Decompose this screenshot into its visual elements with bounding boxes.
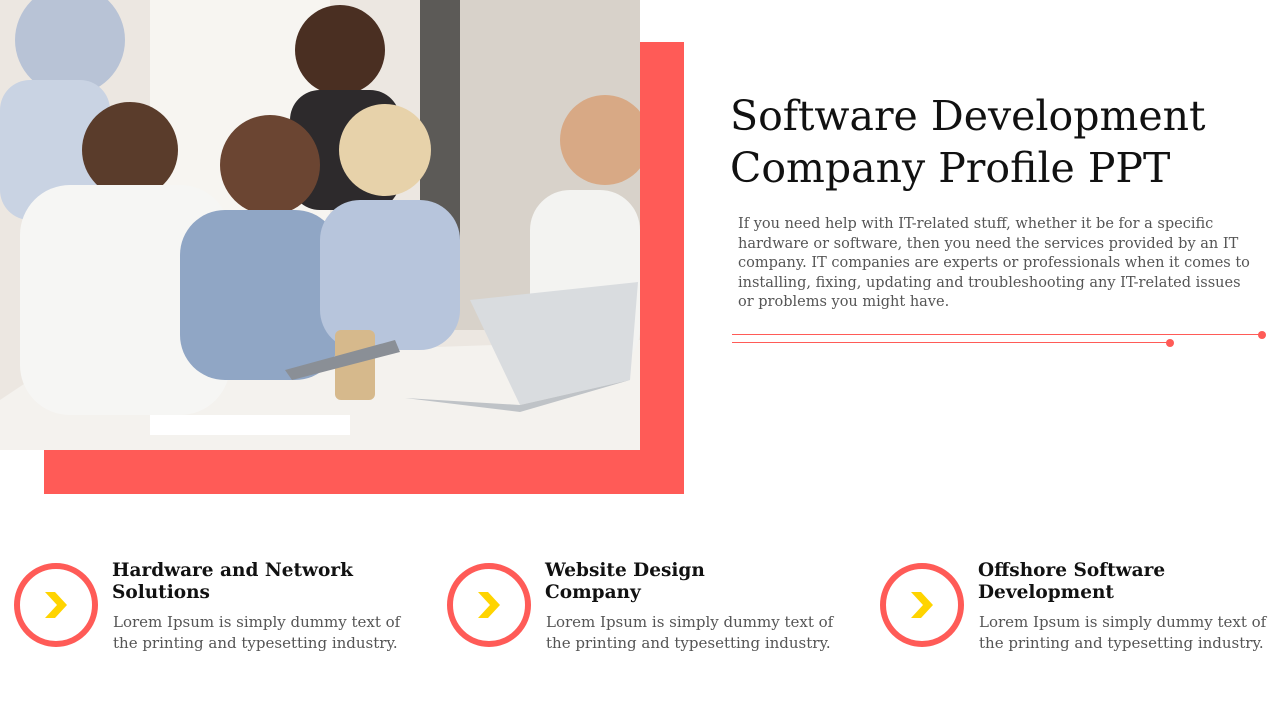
chevron-right-icon: [45, 592, 67, 618]
feature-text-line-2: the printing and typesetting industry.: [113, 634, 398, 652]
divider-line-long: [732, 334, 1262, 335]
team-meeting-photo: [0, 0, 640, 450]
feature-title: Hardware and Network Solutions: [112, 560, 392, 604]
divider-dot-long: [1258, 331, 1266, 339]
title-line-2: Company Profile PPT: [730, 144, 1171, 192]
feature-description: Lorem Ipsum is simply dummy text of the …: [546, 612, 836, 654]
feature-text-line-1: Lorem Ipsum is simply dummy text of: [546, 613, 834, 631]
chevron-right-icon: [911, 592, 933, 618]
feature-title-line-1: Hardware and Network: [112, 560, 353, 581]
feature-title-line-2: Development: [978, 582, 1114, 603]
feature-title: Website Design Company: [545, 560, 825, 604]
feature-title-line-2: Solutions: [112, 582, 210, 603]
feature-description: Lorem Ipsum is simply dummy text of the …: [113, 612, 403, 654]
feature-title: Offshore Software Development: [978, 560, 1258, 604]
feature-text-line-2: the printing and typesetting industry.: [979, 634, 1264, 652]
title-line-1: Software Development: [730, 92, 1206, 140]
feature-website-design: Website Design Company Lorem Ipsum is si…: [433, 560, 833, 660]
page-title: Software Development Company Profile PPT: [730, 90, 1250, 194]
feature-title-line-1: Offshore Software: [978, 560, 1166, 581]
divider-dot-short: [1166, 339, 1174, 347]
feature-text-line-2: the printing and typesetting industry.: [546, 634, 831, 652]
feature-text-line-1: Lorem Ipsum is simply dummy text of: [113, 613, 401, 631]
description-text: If you need help with IT-related stuff, …: [738, 216, 1250, 310]
feature-description: Lorem Ipsum is simply dummy text of the …: [979, 612, 1269, 654]
feature-hardware-network: Hardware and Network Solutions Lorem Ips…: [0, 560, 400, 660]
chevron-right-icon: [478, 592, 500, 618]
feature-offshore-development: Offshore Software Development Lorem Ipsu…: [866, 560, 1266, 660]
divider-line-short: [732, 342, 1170, 343]
feature-text-line-1: Lorem Ipsum is simply dummy text of: [979, 613, 1267, 631]
feature-title-line-2: Company: [545, 582, 641, 603]
feature-title-line-1: Website Design: [545, 560, 705, 581]
team-meeting-illustration: [0, 0, 640, 450]
